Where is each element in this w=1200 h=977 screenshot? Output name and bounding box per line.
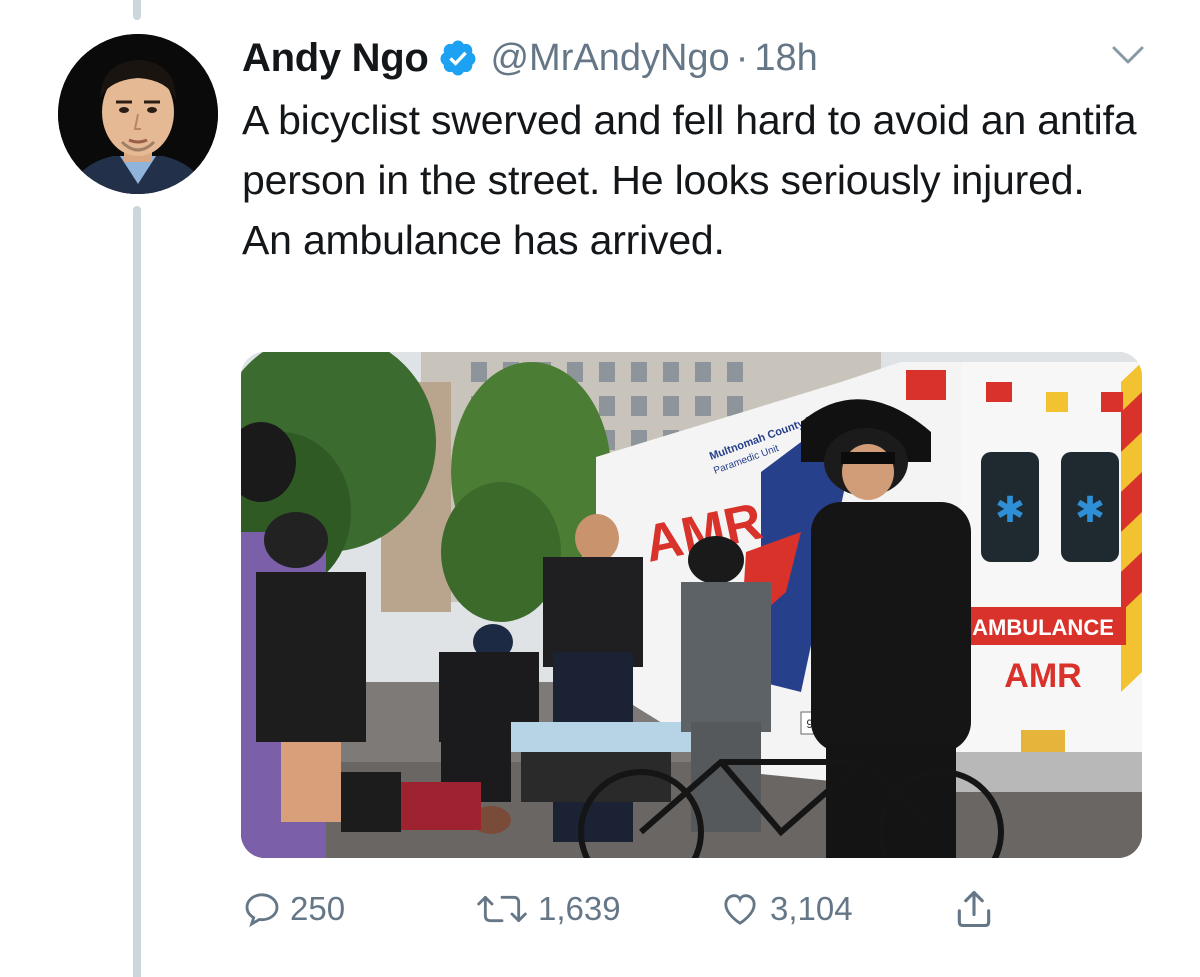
tweet-photo[interactable]: AMBULANCE AMR ✱ ✱ Multnomah County EMS P… (241, 352, 1142, 858)
reply-count: 250 (290, 890, 346, 927)
chevron-down-icon[interactable] (1110, 40, 1146, 70)
author-display-name[interactable]: Andy Ngo (242, 36, 429, 81)
header-separator: · (735, 36, 749, 79)
thread-connector (133, 206, 141, 977)
reply-icon (245, 893, 279, 928)
like-icon (724, 894, 756, 925)
svg-text:✱: ✱ (1075, 490, 1105, 531)
author-handle[interactable]: @MrAndyNgo (490, 37, 729, 80)
share-button[interactable] (952, 884, 1004, 934)
ambulance-rear-logo: AMR (1004, 657, 1081, 695)
avatar[interactable] (58, 34, 218, 194)
verified-badge-icon (438, 38, 478, 78)
ambulance-rear-label: AMBULANCE (972, 615, 1114, 640)
tweet-header: Andy Ngo @MrAndyNgo · 18h (242, 34, 818, 82)
tweet-actions: 250 1,639 3,104 (242, 884, 1022, 934)
like-button[interactable]: 3,104 (718, 884, 853, 934)
svg-text:✱: ✱ (995, 490, 1025, 531)
retweet-button[interactable]: 1,639 (474, 884, 621, 934)
reply-button[interactable]: 250 (242, 884, 345, 934)
like-count: 3,104 (770, 890, 853, 927)
tweet-text: A bicyclist swerved and fell hard to avo… (242, 97, 1137, 263)
retweet-icon (477, 895, 527, 923)
tweet-timestamp[interactable]: 18h (754, 37, 817, 80)
share-icon (957, 890, 991, 928)
retweet-count: 1,639 (538, 890, 621, 927)
thread-connector-top (133, 0, 141, 20)
